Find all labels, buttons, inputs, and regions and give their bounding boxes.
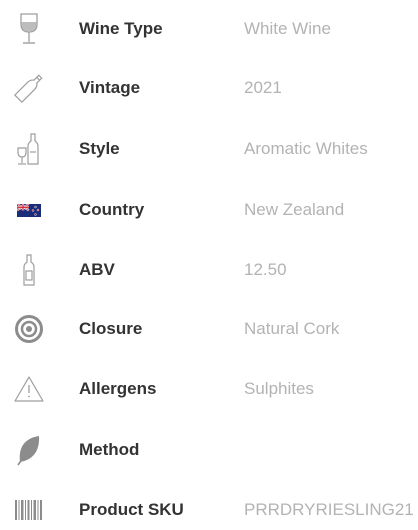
leaf-icon bbox=[0, 430, 58, 470]
spec-value: 2021 bbox=[244, 78, 282, 97]
barcode-icon bbox=[0, 490, 58, 530]
spec-row-wine-type: Wine Type White Wine bbox=[0, 9, 418, 49]
spec-row-allergens: Allergens Sulphites bbox=[0, 369, 418, 409]
spec-value: White Wine bbox=[244, 19, 331, 38]
spec-label: Wine Type bbox=[79, 19, 163, 38]
wine-glass-icon bbox=[0, 9, 58, 49]
spec-value: Sulphites bbox=[244, 379, 314, 398]
spec-label: Allergens bbox=[79, 379, 157, 398]
spec-row-abv: ABV 12.50 bbox=[0, 250, 418, 290]
spec-value: 12.50 bbox=[244, 260, 287, 279]
spec-row-style: Style Aromatic Whites bbox=[0, 129, 418, 169]
spec-label: Country bbox=[79, 200, 145, 219]
spec-value: Natural Cork bbox=[244, 319, 340, 338]
spec-row-country: Country New Zealand bbox=[0, 190, 418, 230]
bottle-icon bbox=[0, 250, 58, 290]
spec-value: PRRDRYRIESLING21 bbox=[244, 500, 414, 519]
spec-row-vintage: Vintage 2021 bbox=[0, 68, 418, 108]
spec-row-closure: Closure Natural Cork bbox=[0, 309, 418, 349]
spec-label: Product SKU bbox=[79, 500, 184, 519]
wine-bottle-icon bbox=[0, 68, 58, 108]
spec-label: Style bbox=[79, 139, 120, 158]
new-zealand-flag-icon bbox=[0, 190, 58, 230]
spec-value: Aromatic Whites bbox=[244, 139, 368, 158]
spec-value: New Zealand bbox=[244, 200, 345, 219]
glass-and-bottle-icon bbox=[0, 129, 58, 169]
spec-label: Vintage bbox=[79, 78, 141, 97]
spec-label: Closure bbox=[79, 319, 143, 338]
spec-row-product-sku: Product SKU PRRDRYRIESLING21 bbox=[0, 490, 418, 530]
cork-target-icon bbox=[0, 309, 58, 349]
spec-row-method: Method bbox=[0, 430, 418, 470]
spec-label: ABV bbox=[79, 260, 115, 279]
warning-triangle-icon bbox=[0, 369, 58, 409]
spec-label: Method bbox=[79, 440, 140, 459]
